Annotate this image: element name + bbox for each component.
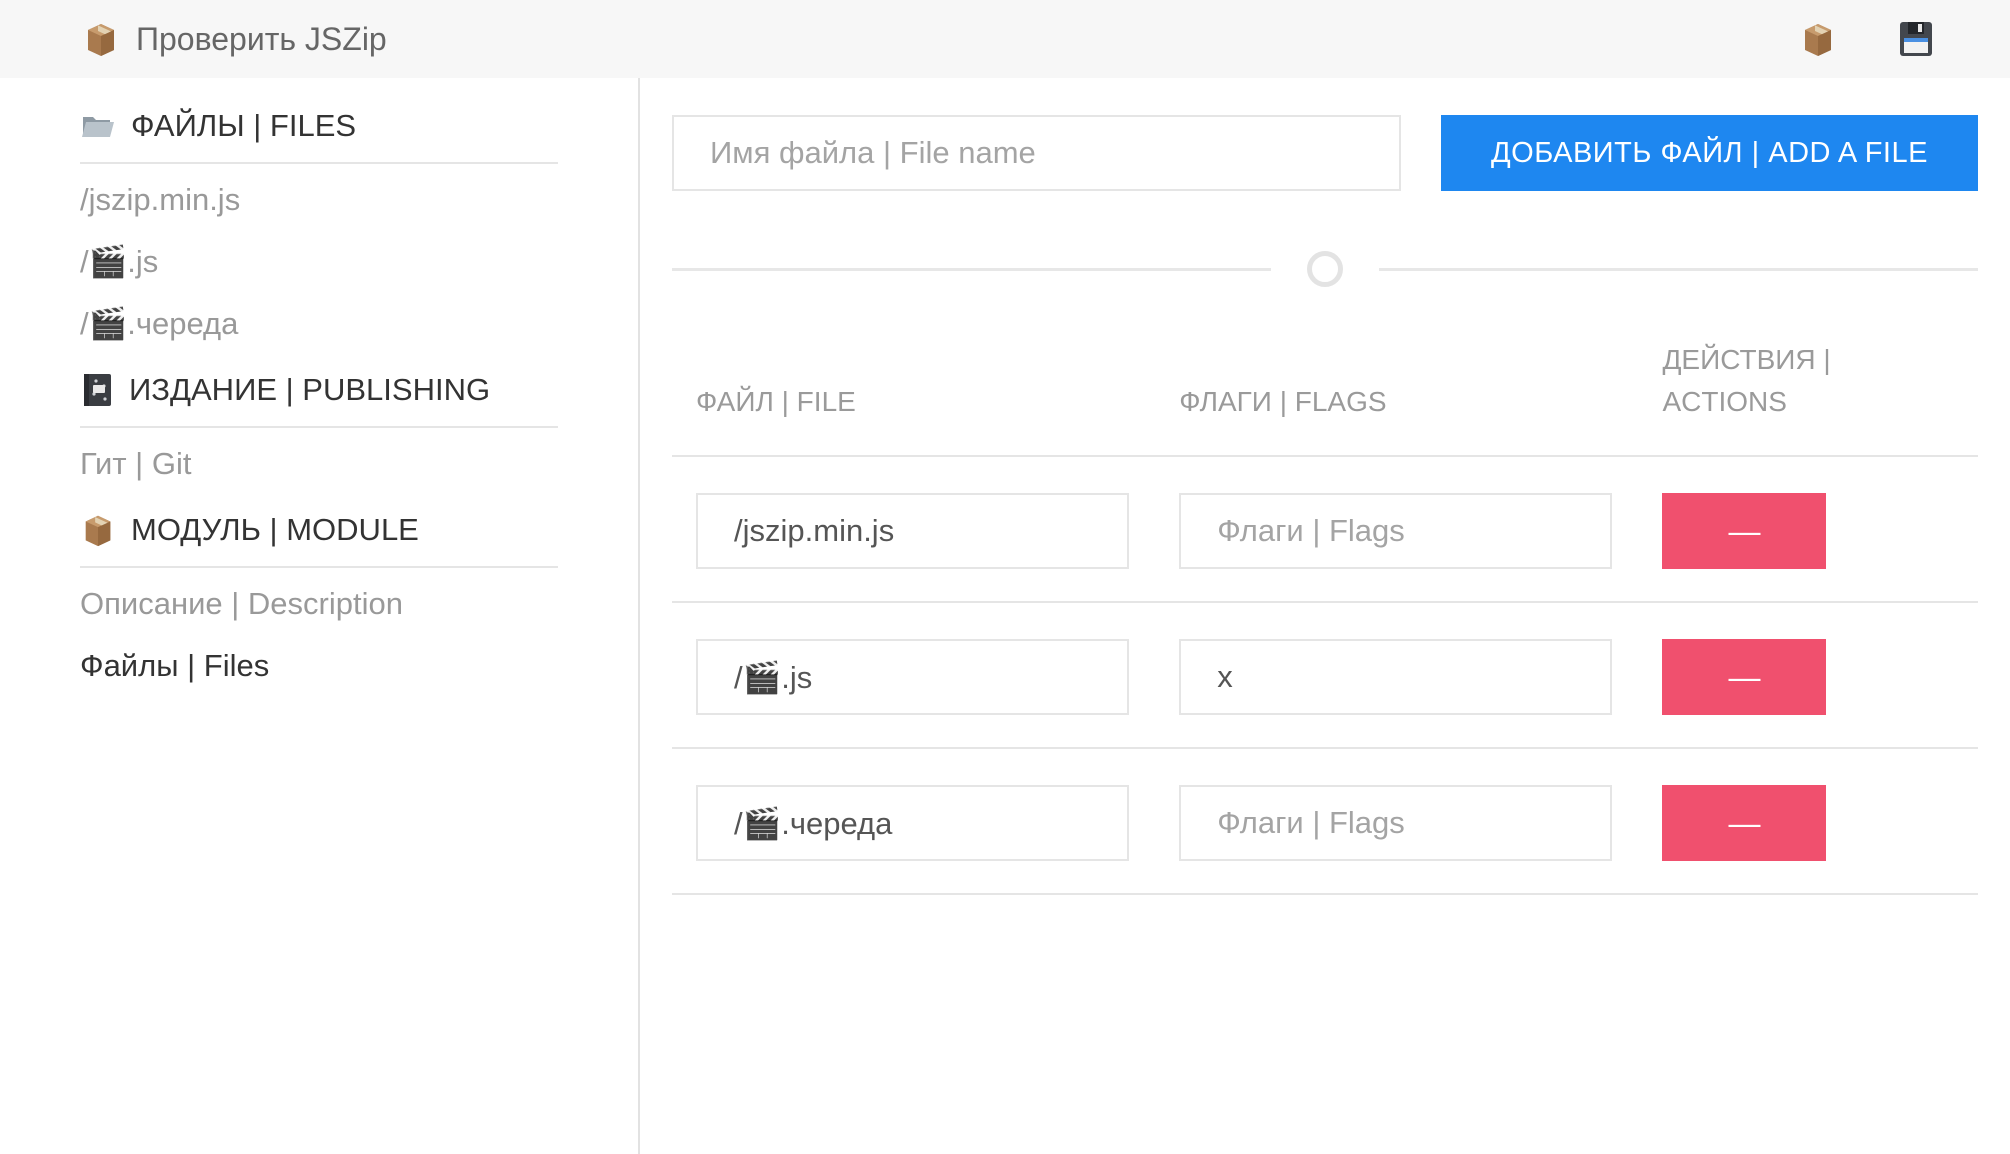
app-window: Проверить JSZip xyxy=(0,0,2010,1154)
sidebar-item-clapper-js[interactable]: /🎬.js xyxy=(80,242,558,282)
open-folder-icon xyxy=(80,108,116,144)
sidebar-section-publishing-header: ИЗДАНИЕ | PUBLISHING xyxy=(80,368,558,412)
table-row: — xyxy=(672,748,1978,894)
sidebar-item-jszip-min-js[interactable]: /jszip.min.js xyxy=(80,180,558,220)
flags-input[interactable] xyxy=(1179,493,1612,569)
sidebar-item-clapper-chereda[interactable]: /🎬.череда xyxy=(80,304,558,344)
file-path-input[interactable] xyxy=(696,493,1129,569)
package-icon xyxy=(82,20,120,58)
circle-ornament-icon xyxy=(1307,251,1343,287)
sidebar: ФАЙЛЫ | FILES /jszip.min.js /🎬.js /🎬.чер… xyxy=(0,78,640,1154)
ornament-divider xyxy=(672,251,1978,287)
app-title-group: Проверить JSZip xyxy=(82,20,387,58)
floppy-disk-icon xyxy=(1896,19,1936,59)
save-button[interactable] xyxy=(1894,17,1938,61)
package-action-button[interactable] xyxy=(1796,17,1840,61)
table-header-row: ФАЙЛ | FILE ФЛАГИ | FLAGS ДЕЙСТВИЯ | ACT… xyxy=(672,339,1978,456)
sidebar-section-title: ФАЙЛЫ | FILES xyxy=(131,108,356,144)
divider-line xyxy=(1379,268,1978,271)
sidebar-divider xyxy=(80,566,558,568)
add-file-button[interactable]: ДОБАВИТЬ ФАЙЛ | ADD A FILE xyxy=(1441,115,1978,191)
sidebar-module-list: Описание | Description Файлы | Files xyxy=(80,584,558,686)
remove-file-button[interactable]: — xyxy=(1662,639,1826,715)
file-path-input[interactable] xyxy=(696,639,1129,715)
sidebar-publishing-list: Гит | Git xyxy=(80,444,558,484)
table-row: — xyxy=(672,456,1978,602)
sidebar-item-description[interactable]: Описание | Description xyxy=(80,584,558,624)
divider-line xyxy=(672,268,1271,271)
files-table: ФАЙЛ | FILE ФЛАГИ | FLAGS ДЕЙСТВИЯ | ACT… xyxy=(672,339,1978,895)
package-icon xyxy=(1799,20,1837,58)
table-row: — xyxy=(672,602,1978,748)
topbar: Проверить JSZip xyxy=(0,0,2010,78)
file-name-input[interactable] xyxy=(672,115,1401,191)
sidebar-item-git[interactable]: Гит | Git xyxy=(80,444,558,484)
app-title: Проверить JSZip xyxy=(136,21,387,58)
sidebar-divider xyxy=(80,162,558,164)
file-path-input[interactable] xyxy=(696,785,1129,861)
remove-file-button[interactable]: — xyxy=(1662,493,1826,569)
actions-column-header: ДЕЙСТВИЯ | ACTIONS xyxy=(1638,339,1978,456)
notebook-icon xyxy=(80,372,114,408)
main-content: ДОБАВИТЬ ФАЙЛ | ADD A FILE ФАЙЛ | FILE Ф… xyxy=(640,78,2010,1154)
sidebar-section-module-header: МОДУЛЬ | MODULE xyxy=(80,508,558,552)
package-icon xyxy=(80,512,116,548)
sidebar-section-title: МОДУЛЬ | MODULE xyxy=(131,512,419,548)
remove-file-button[interactable]: — xyxy=(1662,785,1826,861)
flags-input[interactable] xyxy=(1179,639,1612,715)
add-file-form: ДОБАВИТЬ ФАЙЛ | ADD A FILE xyxy=(672,115,1978,191)
flags-input[interactable] xyxy=(1179,785,1612,861)
sidebar-files-list: /jszip.min.js /🎬.js /🎬.череда xyxy=(80,180,558,344)
file-column-header: ФАЙЛ | FILE xyxy=(672,339,1155,456)
body-row: ФАЙЛЫ | FILES /jszip.min.js /🎬.js /🎬.чер… xyxy=(0,78,2010,1154)
sidebar-section-title: ИЗДАНИЕ | PUBLISHING xyxy=(129,372,490,408)
topbar-actions xyxy=(1796,17,1938,61)
sidebar-section-files-header: ФАЙЛЫ | FILES xyxy=(80,104,558,148)
sidebar-divider xyxy=(80,426,558,428)
sidebar-item-files[interactable]: Файлы | Files xyxy=(80,646,558,686)
flags-column-header: ФЛАГИ | FLAGS xyxy=(1155,339,1638,456)
